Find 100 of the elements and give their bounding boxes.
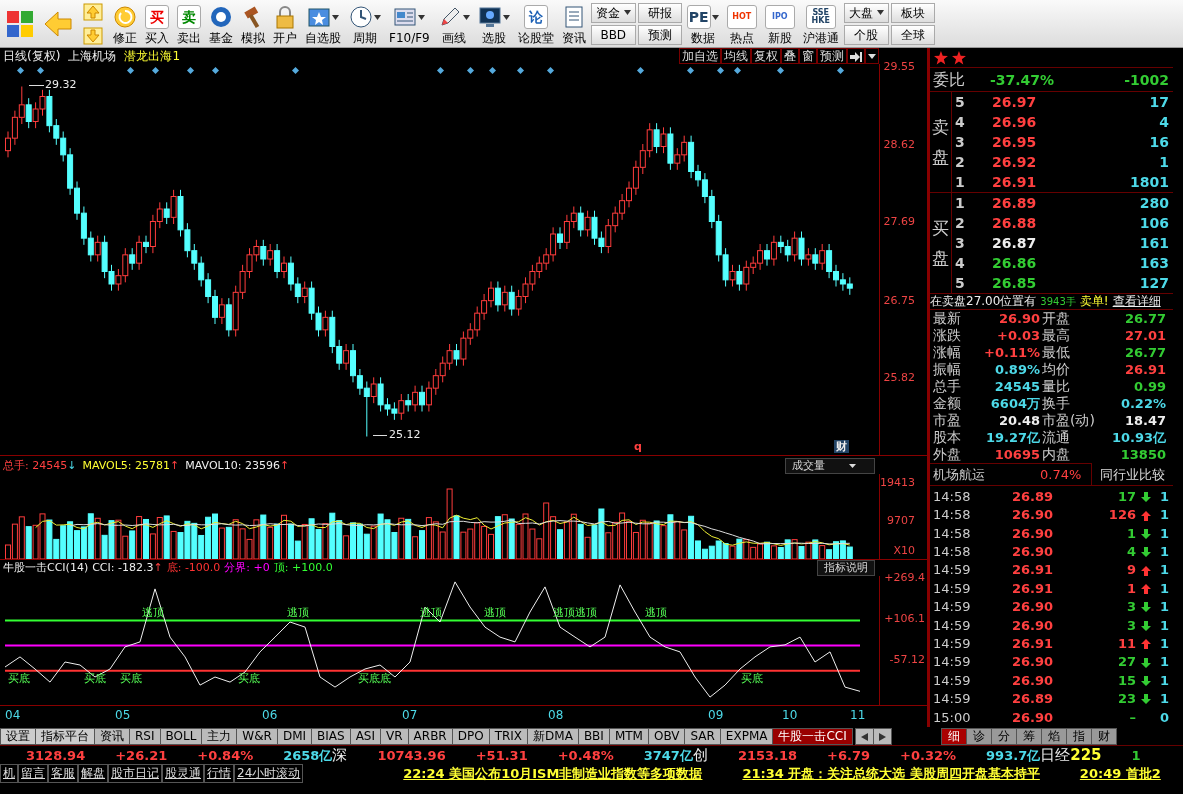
toolbar-button[interactable]: 周期 xyxy=(346,1,384,46)
toolbar-button[interactable]: 卖 卖出 xyxy=(174,1,204,46)
scroll-left-button[interactable] xyxy=(854,728,874,745)
indicator-tab[interactable]: OBV xyxy=(647,728,686,745)
side-tab[interactable]: 筹 xyxy=(1016,728,1042,745)
indicator-tab[interactable]: VR xyxy=(380,728,409,745)
news-headline[interactable]: 22:24 美国公布10月ISM非制造业指数等多项数据 xyxy=(403,765,703,782)
chart-button[interactable]: 预测 xyxy=(817,48,847,64)
chart-button[interactable]: 加自选 xyxy=(679,48,721,64)
indicator-tab[interactable]: RSI xyxy=(129,728,161,745)
indicator-tab[interactable]: ASI xyxy=(349,728,382,745)
indicator-tab[interactable]: 主力 xyxy=(201,728,238,745)
chart-button[interactable]: 窗 xyxy=(799,48,817,64)
toolbar-button[interactable]: F10/F9 xyxy=(386,1,433,46)
tick-volume: 11 xyxy=(1116,635,1136,654)
toolbar-button[interactable]: 自选股 xyxy=(302,1,344,46)
indicator-tab[interactable]: SAR xyxy=(684,728,721,745)
date-label: 04 xyxy=(5,708,21,723)
indicator-tab[interactable]: ARBR xyxy=(407,728,453,745)
finance-marker[interactable]: 财 xyxy=(834,440,849,454)
stat-value: 18.47 xyxy=(1123,411,1166,429)
candlestick xyxy=(453,343,460,367)
toolbar-button[interactable]: 资讯 xyxy=(558,1,589,46)
news-link[interactable]: 24小时滚动 xyxy=(234,764,304,783)
stat-label: 股本 xyxy=(932,428,962,446)
buy-rank: 1 xyxy=(954,194,966,214)
event-marker[interactable]: q xyxy=(634,440,642,454)
indicator-tab[interactable]: 新DMA xyxy=(527,728,579,745)
buy-price: 26.88 xyxy=(992,214,1038,234)
tick-price: 26.90 xyxy=(1012,598,1055,617)
indicator-tab[interactable]: TRIX xyxy=(488,728,529,745)
toolbar-button[interactable]: 选股 xyxy=(474,1,513,46)
news-link[interactable]: 股市日记 xyxy=(108,764,162,783)
toolbar-button[interactable]: 模拟 xyxy=(238,1,268,46)
toolbar-button[interactable]: 买 买入 xyxy=(142,1,172,46)
toolbar-button[interactable]: 修正 xyxy=(110,1,140,46)
indicator-select[interactable]: 成交量 xyxy=(785,458,875,474)
side-tab[interactable]: 分 xyxy=(991,728,1017,745)
toolbar-button[interactable]: HOT 热点 xyxy=(723,1,760,46)
escape-top-signal: 逃顶逃顶 xyxy=(553,606,597,619)
side-tab[interactable]: 指 xyxy=(1066,728,1092,745)
indicator-help-button[interactable]: 指标说明 xyxy=(817,560,875,576)
compare-button[interactable]: 同行业比较 xyxy=(1091,463,1173,486)
side-tab[interactable]: 财 xyxy=(1091,728,1117,745)
news-link[interactable]: 行情 xyxy=(204,764,234,783)
stat-value: 6604万 xyxy=(989,394,1040,412)
news-link[interactable]: 留言 xyxy=(18,764,48,783)
toolbar-button[interactable]: 大盘 xyxy=(843,2,889,23)
axis-label: -57.12 xyxy=(889,653,925,667)
indicator-tab[interactable]: DMI xyxy=(276,728,313,745)
toolbar-button[interactable]: 预测 xyxy=(637,24,682,45)
stat-value: 0.22% xyxy=(1119,394,1166,412)
tick-volume: 27 xyxy=(1116,653,1136,672)
indicator-tab[interactable]: MTM xyxy=(608,728,649,745)
stat-label: 量比 xyxy=(1041,377,1071,395)
chart-button[interactable]: 复权 xyxy=(751,48,781,64)
toolbar-button[interactable]: 板块 xyxy=(890,2,935,23)
toolbar-button[interactable]: 全球 xyxy=(890,24,935,45)
toolbar-button[interactable]: 画线 xyxy=(434,1,473,46)
indicator-tab[interactable]: BIAS xyxy=(311,728,351,745)
indicator-tab[interactable]: BOLL xyxy=(159,728,203,745)
indicator-tab[interactable]: 牛股一击CCI xyxy=(772,728,853,745)
toolbar-button[interactable]: 开户 xyxy=(270,1,300,46)
chart-button[interactable]: 叠 xyxy=(781,48,799,64)
toolbar-button[interactable]: 研报 xyxy=(637,2,682,23)
toolbar-button[interactable]: IPO 新股 xyxy=(761,1,798,46)
jump-button[interactable] xyxy=(847,48,865,64)
toolbar-button[interactable]: 论 论股堂 xyxy=(514,1,557,46)
toolbar-button[interactable]: PE 数据 xyxy=(683,1,722,46)
indicator-tab[interactable]: EXPMA xyxy=(719,728,774,745)
news-headline[interactable]: 21:34 开盘：关注总统大选 美股周四开盘基本持平 xyxy=(742,765,1040,782)
tick-time: 14:59 xyxy=(932,561,972,580)
indicator-tab[interactable]: DPO xyxy=(451,728,490,745)
side-tab[interactable]: 焰 xyxy=(1041,728,1067,745)
news-headline[interactable]: 20:49 首批2 xyxy=(1079,765,1161,782)
ratio-difference: -1002 xyxy=(1124,71,1170,91)
chart-button[interactable]: 均线 xyxy=(721,48,751,64)
up-arrow-icon xyxy=(1141,565,1151,576)
toolbar-button[interactable]: 个股 xyxy=(843,24,889,45)
news-link[interactable]: 股灵通 xyxy=(162,764,204,783)
toolbar-button[interactable]: 资金 xyxy=(590,2,636,23)
indicator-tab[interactable]: 设置 xyxy=(0,728,36,745)
toolbar-button[interactable]: SSE HKE 沪港通 xyxy=(799,1,842,46)
stat-value: 13850 xyxy=(1119,445,1166,463)
news-link[interactable]: 机 xyxy=(0,764,18,783)
indicator-tab[interactable]: BBI xyxy=(577,728,610,745)
indicator-tab[interactable]: 指标平台 xyxy=(35,728,95,745)
menu-button[interactable] xyxy=(865,48,879,64)
stat-label: 外盘 xyxy=(932,445,962,463)
toolbar-button[interactable]: 基金 xyxy=(206,1,236,46)
news-link[interactable]: 客服 xyxy=(48,764,78,783)
level-label: 底: -100.0 xyxy=(166,560,221,576)
toolbar-button[interactable]: BBD xyxy=(590,24,636,45)
detail-link[interactable]: 查看详细 xyxy=(1112,294,1161,309)
news-link[interactable]: 解盘 xyxy=(78,764,108,783)
sell-price: 26.96 xyxy=(992,113,1038,133)
side-tab[interactable]: 诊 xyxy=(966,728,992,745)
indicator-tab[interactable]: 资讯 xyxy=(94,728,130,745)
side-tab[interactable]: 细 xyxy=(941,728,967,745)
indicator-tab[interactable]: W&R xyxy=(236,728,278,745)
